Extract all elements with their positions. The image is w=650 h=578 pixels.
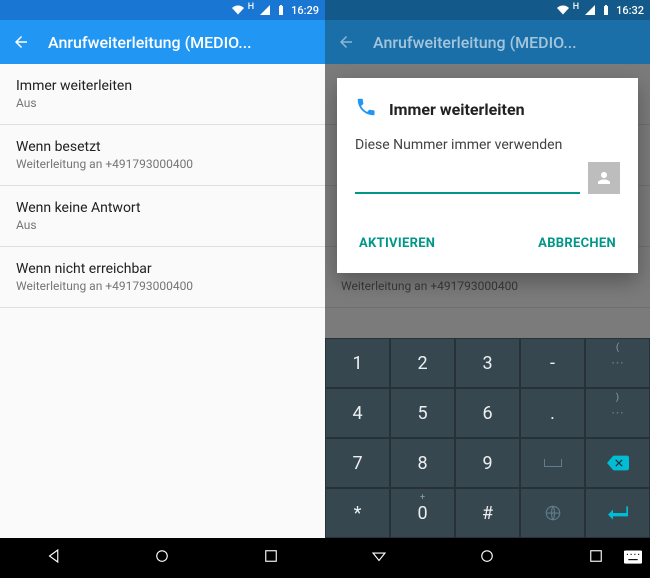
nav-back-icon[interactable]: [370, 547, 388, 569]
nav-home-icon[interactable]: [153, 547, 171, 569]
key-7[interactable]: 7: [325, 438, 390, 488]
nav-recent-icon[interactable]: [262, 547, 280, 569]
key-9[interactable]: 9: [455, 438, 520, 488]
clock: 16:29: [291, 4, 319, 17]
key-hash[interactable]: #: [455, 488, 520, 538]
forward-dialog: Immer weiterleiten Diese Nummer immer ve…: [337, 78, 638, 273]
dialog-subtitle: Diese Nummer immer verwenden: [355, 136, 620, 154]
signal-icon: [584, 4, 596, 16]
dialog-header: Immer weiterleiten: [355, 96, 620, 122]
nav-bar: [0, 538, 325, 578]
signal-icon: [259, 4, 271, 16]
item-sub: Aus: [16, 96, 309, 110]
dialog-actions: AKTIVIEREN ABBRECHEN: [355, 224, 620, 263]
key-language[interactable]: [520, 488, 585, 538]
nav-bar: [325, 538, 650, 578]
key-space[interactable]: [520, 438, 585, 488]
item-title: Wenn nicht erreichbar: [16, 261, 309, 277]
nav-recent-icon[interactable]: [587, 547, 605, 569]
key-dash[interactable]: -: [520, 338, 585, 388]
phone-icon: [355, 96, 377, 122]
key-2[interactable]: 2: [390, 338, 455, 388]
screen-dialog-keypad: H 16:32 Anrufweiterleitung (MEDIO... Imm…: [325, 0, 650, 578]
status-bar: H 16:32: [325, 0, 650, 20]
nav-home-icon[interactable]: [478, 547, 496, 569]
key-paren-open[interactable]: (⋯: [585, 338, 650, 388]
app-bar: Anrufweiterleitung (MEDIO...: [325, 20, 650, 64]
pick-contact-button[interactable]: [588, 162, 620, 194]
key-6[interactable]: 6: [455, 388, 520, 438]
key-enter[interactable]: [585, 488, 650, 538]
list-item[interactable]: Wenn besetzt Weiterleitung an +491793000…: [0, 125, 325, 186]
dialog-title: Immer weiterleiten: [389, 100, 525, 119]
list-item[interactable]: Wenn nicht erreichbar Weiterleitung an +…: [0, 247, 325, 308]
numeric-keypad: 1 2 3 - (⋯ 4 5 6 . )⋯ 7 8 9 * +0 #: [325, 338, 650, 538]
wifi-icon: [557, 4, 569, 16]
item-sub: Weiterleitung an +491793000400: [16, 157, 309, 171]
key-paren-close[interactable]: )⋯: [585, 388, 650, 438]
app-bar: Anrufweiterleitung (MEDIO...: [0, 20, 325, 64]
item-title: Immer weiterleiten: [16, 78, 309, 94]
battery-icon: [600, 4, 612, 16]
key-4[interactable]: 4: [325, 388, 390, 438]
key-backspace[interactable]: [585, 438, 650, 488]
status-bar: H 16:29: [0, 0, 325, 20]
phone-number-input[interactable]: [355, 166, 580, 194]
network-type: H: [248, 2, 254, 12]
network-type: H: [573, 2, 579, 12]
key-dot[interactable]: .: [520, 388, 585, 438]
activate-button[interactable]: AKTIVIEREN: [355, 228, 439, 259]
item-sub: Weiterleitung an +491793000400: [16, 279, 309, 293]
key-3[interactable]: 3: [455, 338, 520, 388]
page-title: Anrufweiterleitung (MEDIO...: [48, 33, 313, 52]
list-item[interactable]: Wenn keine Antwort Aus: [0, 186, 325, 247]
nav-back-icon[interactable]: [45, 547, 63, 569]
key-0[interactable]: +0: [390, 488, 455, 538]
keyboard-toggle-icon[interactable]: [624, 549, 642, 568]
settings-list: Immer weiterleiten Aus Wenn besetzt Weit…: [0, 64, 325, 538]
item-sub: Aus: [16, 218, 309, 232]
page-title: Anrufweiterleitung (MEDIO...: [373, 33, 638, 52]
item-title: Wenn keine Antwort: [16, 200, 309, 216]
battery-icon: [275, 4, 287, 16]
key-8[interactable]: 8: [390, 438, 455, 488]
key-5[interactable]: 5: [390, 388, 455, 438]
item-title: Wenn besetzt: [16, 139, 309, 155]
back-button[interactable]: [12, 33, 30, 51]
wifi-icon: [232, 4, 244, 16]
key-1[interactable]: 1: [325, 338, 390, 388]
cancel-button[interactable]: ABBRECHEN: [534, 228, 620, 259]
key-star[interactable]: *: [325, 488, 390, 538]
back-button[interactable]: [337, 33, 355, 51]
list-item[interactable]: Immer weiterleiten Aus: [0, 64, 325, 125]
clock: 16:32: [616, 4, 644, 17]
screen-settings-list: H 16:29 Anrufweiterleitung (MEDIO... Imm…: [0, 0, 325, 578]
